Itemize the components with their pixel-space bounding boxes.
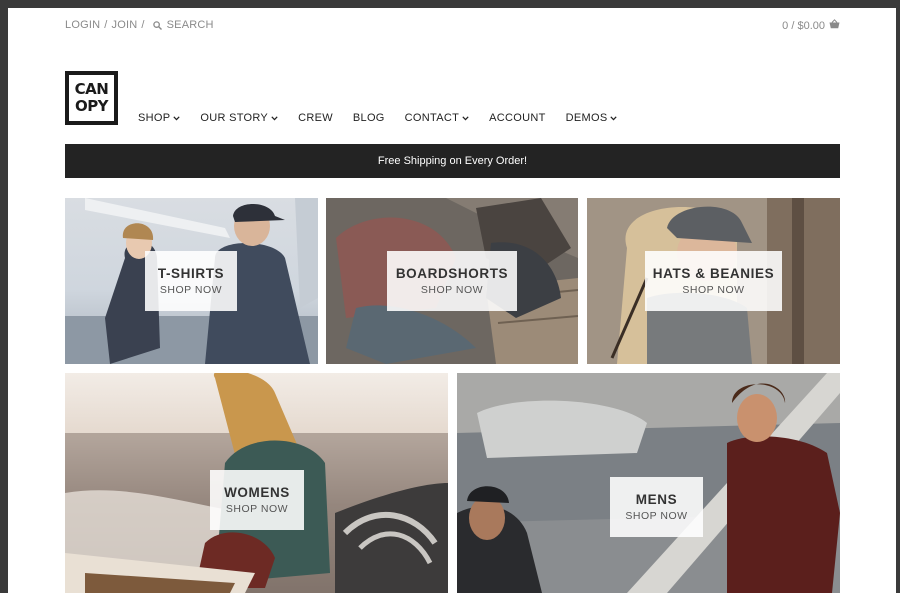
tile-title: WOMENS [224,485,290,500]
nav-item-label: CONTACT [404,112,460,124]
nav-item-crew[interactable]: CREW [298,112,333,124]
collection-tile-boardshorts[interactable]: BOARDSHORTS SHOP NOW [326,198,578,364]
tile-title: HATS & BEANIES [652,266,775,281]
tile-title: MENS [635,492,678,507]
nav-item-label: CREW [298,112,333,124]
tile-label[interactable]: BOARDSHORTS SHOP NOW [387,251,517,311]
collection-tile-tshirts[interactable]: T-SHIRTS SHOP NOW [65,198,318,364]
tile-label[interactable]: MENS SHOP NOW [610,477,703,537]
shop-now-link[interactable]: SHOP NOW [160,284,222,296]
nav-item-label: OUR STORY [200,112,269,124]
nav-item-blog[interactable]: BLOG [353,112,385,124]
shop-now-link[interactable]: SHOP NOW [421,284,483,296]
nav-item-label: BLOG [352,112,385,124]
shop-now-link[interactable]: SHOP NOW [682,284,744,296]
canopy-logo[interactable]: CAN OPY [65,71,118,125]
nav-item-shop[interactable]: SHOP [138,112,181,124]
basket-icon[interactable] [829,19,840,32]
shop-now-link[interactable]: SHOP NOW [625,510,687,522]
cart-total[interactable]: 0 / $0.00 [782,20,825,32]
login-link[interactable]: LOGIN [65,19,100,31]
page: LOGIN / JOIN / SEARCH 0 / $0.00 CAN OPY … [8,8,896,593]
separator: / [104,19,108,31]
nav-item-our-story[interactable]: OUR STORY [200,112,278,124]
announcement-banner: Free Shipping on Every Order! [65,144,840,178]
tile-title: BOARDSHORTS [395,266,509,281]
cart-summary[interactable]: 0 / $0.00 [782,19,840,32]
nav-item-label: SHOP [138,112,171,124]
banner-text: Free Shipping on Every Order! [377,155,528,167]
logo-line-1: CAN [74,80,109,98]
main-nav: SHOP OUR STORY CREW BLOG CONTACT ACCOUNT DEMOS [138,112,637,124]
nav-item-label: ACCOUNT [489,112,546,124]
tile-label[interactable]: WOMENS SHOP NOW [210,470,304,530]
shop-now-link[interactable]: SHOP NOW [226,503,288,515]
search-link[interactable]: SEARCH [167,19,214,31]
top-bar: LOGIN / JOIN / SEARCH 0 / $0.00 [65,19,840,35]
tile-title: T-SHIRTS [157,266,225,281]
chevron-down-icon [271,112,278,124]
tile-label[interactable]: T-SHIRTS SHOP NOW [145,251,237,311]
chevron-down-icon [173,112,181,124]
chevron-down-icon [610,112,618,124]
nav-item-label: DEMOS [565,112,608,124]
nav-item-account[interactable]: ACCOUNT [489,112,546,124]
account-links: LOGIN / JOIN / SEARCH [65,19,214,31]
collection-tile-mens[interactable]: MENS SHOP NOW [457,373,840,593]
collection-tile-hats-beanies[interactable]: HATS & BEANIES SHOP NOW [587,198,840,364]
chevron-down-icon [462,112,469,124]
logo-line-2: OPY [74,97,109,115]
join-link[interactable]: JOIN [112,19,138,31]
separator: / [141,19,145,31]
nav-item-contact[interactable]: CONTACT [405,112,469,124]
tile-label[interactable]: HATS & BEANIES SHOP NOW [645,251,782,311]
nav-item-demos[interactable]: DEMOS [566,112,618,124]
collection-tile-womens[interactable]: WOMENS SHOP NOW [65,373,448,593]
search-icon[interactable] [152,20,162,30]
